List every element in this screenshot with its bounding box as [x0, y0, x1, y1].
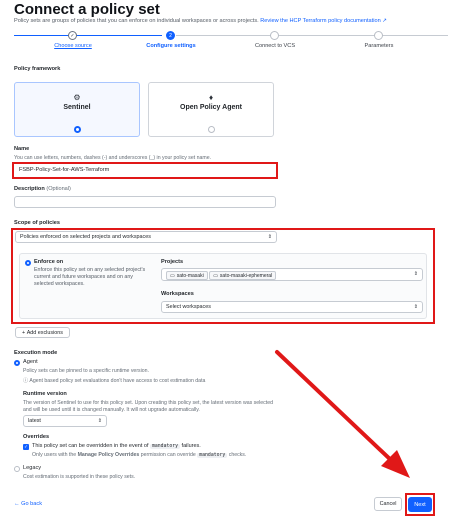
- annotation-arrow-icon: [275, 350, 410, 478]
